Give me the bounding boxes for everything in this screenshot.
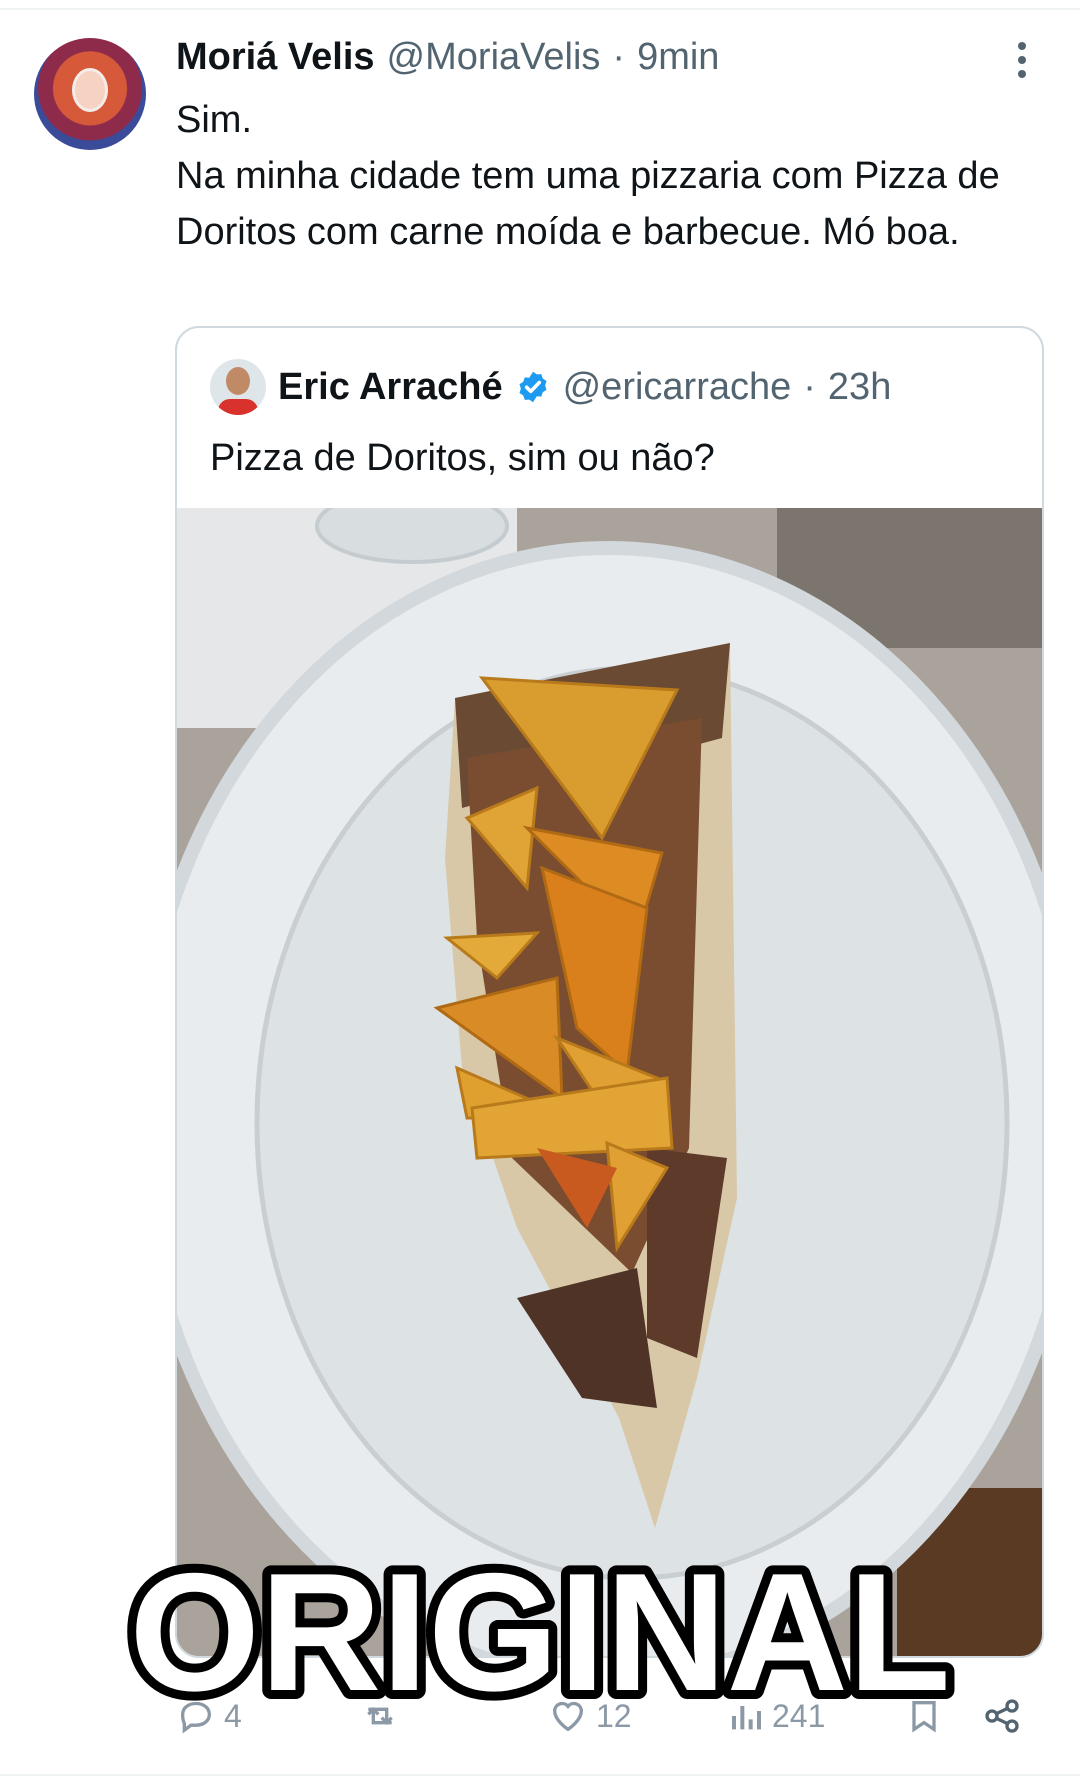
author-avatar[interactable] xyxy=(34,38,146,150)
author-name[interactable]: Moriá Velis xyxy=(176,36,375,79)
quoted-author-handle[interactable]: @ericarrache xyxy=(563,366,792,409)
quoted-author-avatar[interactable] xyxy=(210,359,266,415)
verified-badge-icon xyxy=(519,371,547,403)
quoted-tweet-text: Pizza de Doritos, sim ou não? xyxy=(210,437,715,479)
top-divider xyxy=(0,8,1080,10)
quoted-tweet-header: Eric Arraché @ericarrache · 23h xyxy=(210,358,891,416)
watermark-label: ORIGINAL xyxy=(129,1538,950,1726)
bottom-divider xyxy=(0,1774,1080,1776)
separator-dot: · xyxy=(803,365,816,408)
tweet-time[interactable]: 9min xyxy=(637,36,719,79)
author-handle[interactable]: @MoriaVelis xyxy=(387,36,601,79)
tweet-text: Sim. Na minha cidade tem uma pizzaria co… xyxy=(176,92,1056,260)
pizza-photo-image xyxy=(177,508,1042,1656)
more-vertical-icon[interactable] xyxy=(1014,42,1030,82)
quoted-tweet-photo[interactable] xyxy=(177,508,1042,1656)
separator-dot: · xyxy=(612,35,626,78)
quoted-author-name[interactable]: Eric Arraché xyxy=(278,366,503,409)
tweet-header: Moriá Velis @MoriaVelis · 9min xyxy=(176,32,719,82)
watermark-stamp: ORIGINAL xyxy=(0,1529,1080,1735)
quoted-tweet-card[interactable]: Eric Arraché @ericarrache · 23h Pizza de… xyxy=(175,326,1044,1658)
tweet-text-line: Na minha cidade tem uma pizzaria com Piz… xyxy=(176,155,1000,253)
quoted-tweet-time[interactable]: 23h xyxy=(828,366,891,409)
tweet-text-line: Sim. xyxy=(176,99,252,141)
watermark-text: ORIGINAL xyxy=(120,1529,959,1735)
tweet-screen: Moriá Velis @MoriaVelis · 9min Sim. Na m… xyxy=(0,0,1080,1784)
